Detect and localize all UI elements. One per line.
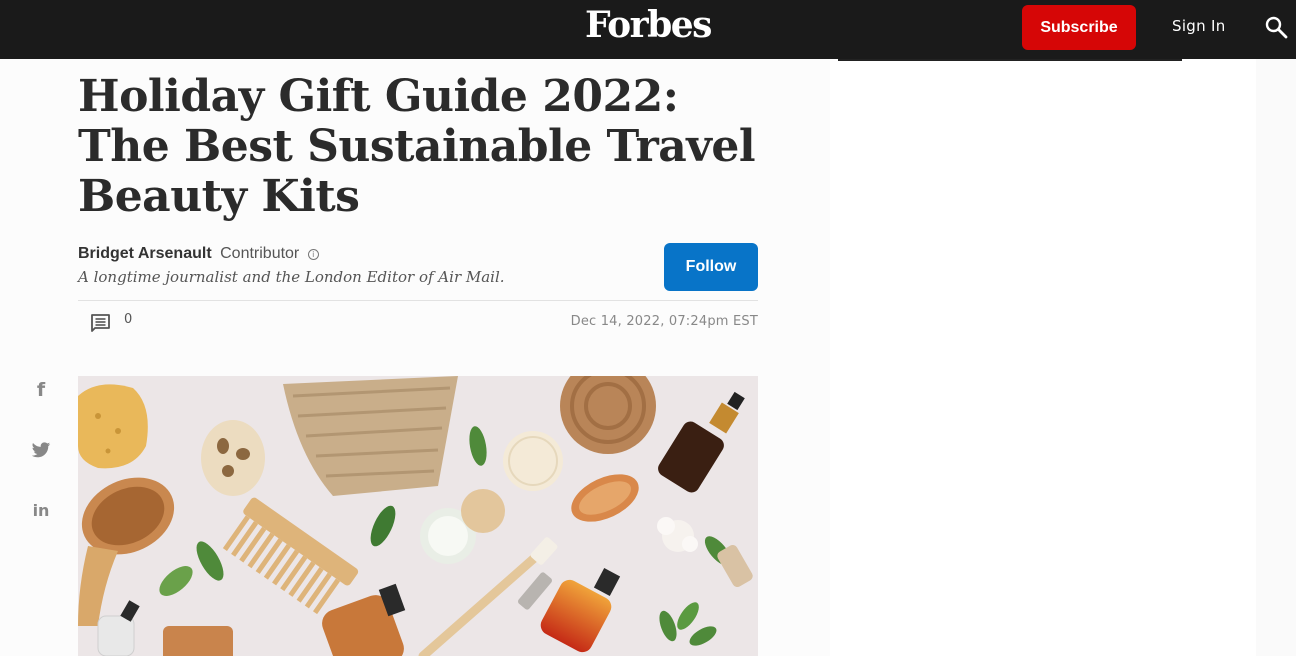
byline-divider	[78, 300, 758, 301]
author-bio: A longtime journalist and the London Edi…	[78, 268, 505, 286]
top-navigation-bar: Forbes Subscribe Sign In	[0, 0, 1296, 59]
sidebar-column	[830, 59, 1256, 656]
page-gutter	[1256, 59, 1296, 656]
sign-in-link[interactable]: Sign In	[1172, 17, 1226, 35]
follow-button[interactable]: Follow	[664, 243, 758, 291]
search-icon[interactable]	[1264, 15, 1288, 39]
author-role: Contributor	[220, 245, 300, 262]
linkedin-icon[interactable]: in	[26, 495, 56, 525]
author-name[interactable]: Bridget Arsenault	[78, 245, 212, 262]
article-title: Holiday Gift Guide 2022: The Best Sustai…	[78, 71, 756, 222]
publish-timestamp: Dec 14, 2022, 07:24pm EST	[570, 314, 758, 329]
twitter-icon[interactable]	[26, 435, 56, 465]
comment-count[interactable]: 0	[124, 312, 132, 327]
byline: Bridget Arsenault Contributor i	[78, 245, 319, 263]
facebook-icon[interactable]: f	[26, 375, 56, 405]
ad-slot-border	[838, 59, 1182, 61]
hero-image	[78, 376, 758, 656]
info-icon[interactable]: i	[307, 249, 319, 260]
subscribe-button[interactable]: Subscribe	[1022, 5, 1136, 50]
comment-icon[interactable]	[90, 313, 111, 333]
